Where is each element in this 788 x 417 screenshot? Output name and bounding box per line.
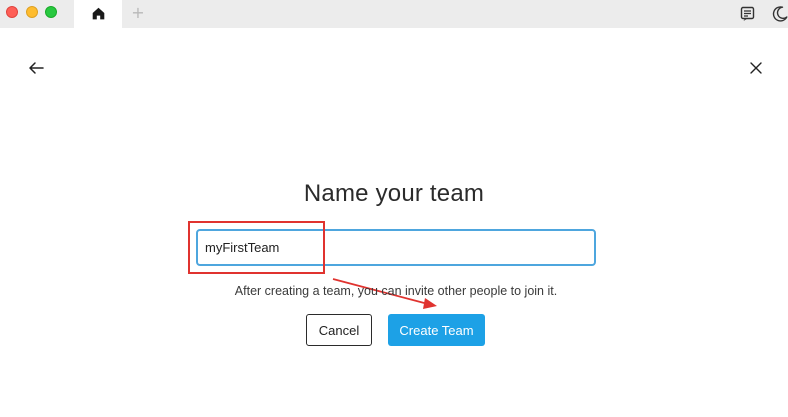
back-arrow-icon[interactable]: [26, 58, 46, 78]
cancel-button[interactable]: Cancel: [306, 314, 372, 346]
window-maximize-button[interactable]: [45, 6, 57, 18]
new-tab-button[interactable]: +: [130, 5, 146, 21]
annotation-arrow: [332, 278, 437, 309]
tab-home[interactable]: [74, 0, 122, 28]
notes-icon[interactable]: [739, 5, 757, 23]
team-name-input[interactable]: [196, 229, 596, 266]
plus-icon: +: [131, 3, 145, 22]
window-minimize-button[interactable]: [26, 6, 38, 18]
page-title: Name your team: [303, 180, 485, 207]
create-team-button[interactable]: Create Team: [388, 314, 485, 346]
helper-text: After creating a team, you can invite ot…: [234, 284, 558, 298]
window-close-button[interactable]: [6, 6, 18, 18]
close-icon[interactable]: [748, 60, 764, 76]
home-icon: [92, 7, 105, 20]
window-titlebar: +: [0, 0, 788, 28]
dark-mode-moon-icon[interactable]: [771, 5, 788, 23]
